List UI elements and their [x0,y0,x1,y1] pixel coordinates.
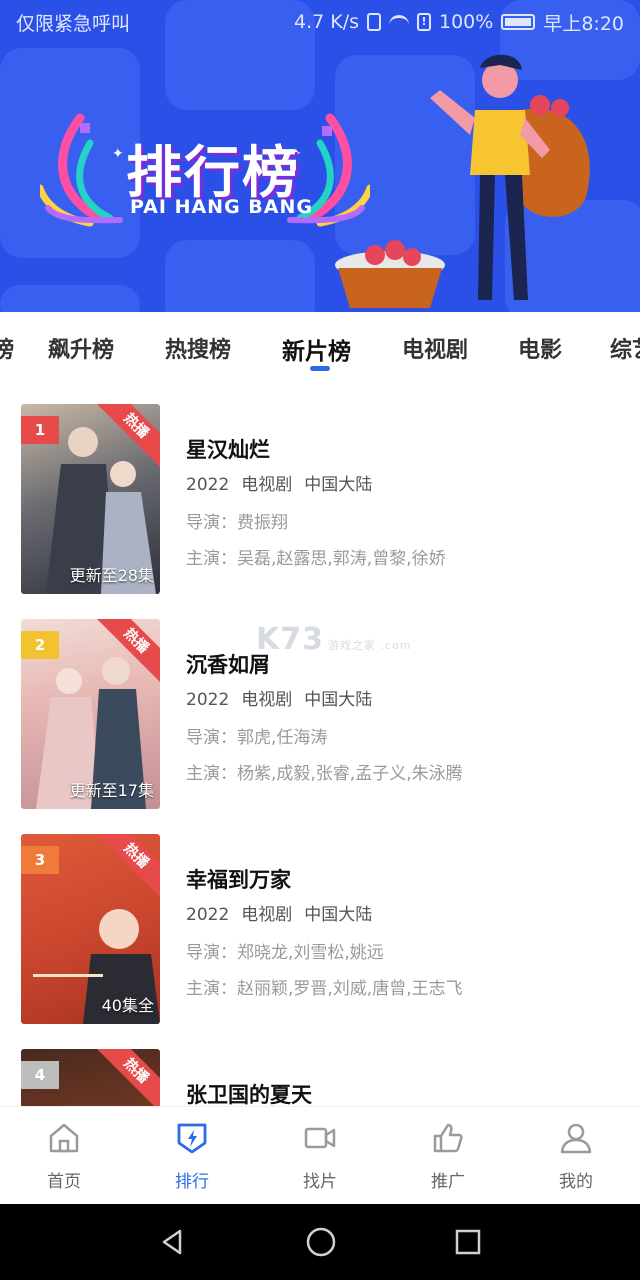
item-director: 导演：费振翔 [186,513,288,533]
tab-movie[interactable]: 电影 [518,332,562,364]
nav-find[interactable]: 找片 [256,1107,384,1204]
thumbs-up-icon [433,1123,463,1153]
item-cast: 主演：杨紫,成毅,张睿,孟子义,朱泳腾 [186,764,463,784]
active-tab-indicator [310,366,330,371]
status-carrier-text: 仅限紧急呼叫 [16,12,131,35]
status-bar: 仅限紧急呼叫 4.7 K/s ! 100% 早上8:20 [0,0,640,44]
nav-mine-label: 我的 [559,1172,593,1192]
tab-hot-search[interactable]: 热搜榜 [165,332,231,364]
item-cast: 主演：赵丽颖,罗晋,刘威,唐曾,王志飞 [186,979,463,999]
watermark-sub: 游戏之家 .com [328,639,412,652]
nav-home[interactable]: 首页 [0,1107,128,1204]
category-tabs: 榜 飙升榜 热搜榜 新片榜 电视剧 电影 综艺 [0,312,640,388]
system-navigation-bar [0,1204,640,1280]
tab-new-release[interactable]: 新片榜 [282,332,351,366]
list-item[interactable]: 4 热播 张卫国的夏天 [0,1033,640,1106]
hot-ribbon: 热播 [93,1049,160,1106]
user-icon [560,1123,592,1154]
poster-image[interactable]: 4 热播 [21,1049,160,1106]
list-item[interactable]: 1 热播 更新至28集 星汉灿烂 2022 电视剧 中国大陆 导演：费振翔 主演：吴… [0,388,640,603]
item-type: 电视剧 [241,905,293,925]
home-icon [49,1123,79,1153]
nav-rank[interactable]: 排行 [128,1107,256,1204]
video-camera-icon [304,1127,336,1149]
tab-variety[interactable]: 综艺 [610,332,640,364]
poster-image[interactable]: 1 热播 更新至28集 [21,404,160,594]
item-title[interactable]: 星汉灿烂 [186,434,270,464]
svg-text:✦: ✦ [112,146,124,162]
episode-status: 更新至17集 [69,781,154,800]
watermark: K73 游戏之家 .com [256,622,412,657]
item-meta: 2022 电视剧 中国大陆 [186,685,384,710]
item-region: 中国大陆 [304,690,373,710]
item-meta: 2022 电视剧 中国大陆 [186,470,384,495]
rank-badge: 2 [21,631,59,659]
tab-tv-series[interactable]: 电视剧 [402,332,468,364]
network-speed: 4.7 K/s [293,11,359,33]
poster-image[interactable]: 2 热播 更新至17集 [21,619,160,809]
home-circle-icon[interactable] [305,1226,337,1258]
item-meta: 2022 电视剧 中国大陆 [186,900,384,925]
banner-subtitle: PAI HANG BANG [130,196,313,218]
battery-percent: 100% [439,11,494,33]
item-cast: 主演：吴磊,赵露思,郭涛,曾黎,徐娇 [186,549,446,569]
bottom-navigation: 首页 排行 找片 推广 我的 [0,1106,640,1204]
ranking-list: 1 热播 更新至28集 星汉灿烂 2022 电视剧 中国大陆 导演：费振翔 主演：吴… [0,388,640,1106]
battery-icon [501,14,536,30]
item-title[interactable]: 张卫国的夏天 [186,1079,312,1106]
tab-partial[interactable]: 榜 [0,332,14,364]
item-region: 中国大陆 [304,905,373,925]
wifi-icon [389,15,409,29]
clock: 早上8:20 [543,12,624,35]
episode-status: 40集全 [101,996,154,1015]
item-year: 2022 [186,690,230,710]
alert-icon: ! [417,13,431,31]
nav-find-label: 找片 [303,1172,337,1192]
list-item[interactable]: 3 热播 40集全 幸福到万家 2022 电视剧 中国大陆 导演：郑晓龙,刘雪松,姚… [0,818,640,1033]
vibrate-icon [367,13,381,31]
rank-shield-icon [177,1123,207,1154]
recents-icon[interactable] [454,1228,482,1256]
item-year: 2022 [186,475,230,495]
rank-badge: 4 [21,1061,59,1089]
nav-mine[interactable]: 我的 [512,1107,640,1204]
item-type: 电视剧 [241,690,293,710]
mascot-illustration-icon [335,54,590,308]
item-director: 导演：郭虎,任海涛 [186,728,328,748]
back-icon[interactable] [158,1227,188,1257]
nav-promote-label: 推广 [431,1172,465,1192]
header-banner: 仅限紧急呼叫 4.7 K/s ! 100% 早上8:20 ✦ ✦ 排行榜 PAI… [0,0,640,312]
item-director: 导演：郑晓龙,刘雪松,姚远 [186,943,384,963]
nav-promote[interactable]: 推广 [384,1107,512,1204]
tab-rising[interactable]: 飙升榜 [48,332,114,364]
nav-home-label: 首页 [47,1172,81,1192]
item-year: 2022 [186,905,230,925]
poster-image[interactable]: 3 热播 40集全 [21,834,160,1024]
item-region: 中国大陆 [304,475,373,495]
item-type: 电视剧 [241,475,293,495]
rank-badge: 1 [21,416,59,444]
watermark-main: K73 [256,622,324,657]
nav-rank-label: 排行 [175,1172,209,1192]
item-title[interactable]: 幸福到万家 [186,864,291,894]
rank-badge: 3 [21,846,59,874]
episode-status: 更新至28集 [69,566,154,585]
